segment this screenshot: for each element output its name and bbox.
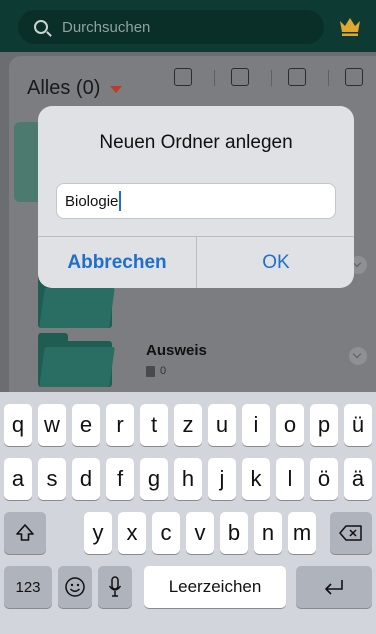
key-w[interactable]: w <box>38 404 66 446</box>
key-c[interactable]: c <box>152 512 180 554</box>
key-oe[interactable]: ö <box>310 458 338 500</box>
folder-name-value: Biologie <box>65 192 119 210</box>
key-g[interactable]: g <box>140 458 168 500</box>
chevron-down-icon[interactable] <box>349 347 367 365</box>
key-y[interactable]: y <box>84 512 112 554</box>
key-u[interactable]: u <box>208 404 236 446</box>
divider <box>328 70 329 86</box>
folder-count-value: 0 <box>160 365 167 377</box>
folder-name-input[interactable]: Biologie <box>56 183 336 219</box>
folder-item-count: 0 <box>146 365 166 377</box>
search-bar[interactable]: Durchsuchen <box>18 10 324 44</box>
folder-icon[interactable] <box>38 333 115 387</box>
sort-icon[interactable] <box>231 68 249 86</box>
microphone-icon <box>108 576 122 597</box>
key-b[interactable]: b <box>220 512 248 554</box>
document-icon <box>146 365 155 377</box>
shift-key[interactable] <box>4 512 46 554</box>
select-checkbox-icon[interactable] <box>345 68 363 86</box>
key-d[interactable]: d <box>72 458 100 500</box>
add-folder-icon[interactable] <box>174 68 192 86</box>
crown-icon[interactable] <box>338 15 362 37</box>
backspace-key[interactable] <box>330 512 372 554</box>
search-icon <box>34 20 48 34</box>
key-z[interactable]: z <box>174 404 202 446</box>
top-bar: Durchsuchen <box>0 0 376 52</box>
divider <box>214 70 215 86</box>
key-x[interactable]: x <box>118 512 146 554</box>
key-i[interactable]: i <box>242 404 270 446</box>
key-m[interactable]: m <box>288 512 316 554</box>
keyboard: q w e r t z u i o p ü a s d f g h j k l … <box>0 392 376 634</box>
cancel-button[interactable]: Abbrechen <box>38 237 196 288</box>
new-folder-dialog: Neuen Ordner anlegen Biologie Abbrechen … <box>38 106 354 288</box>
filter-dropdown[interactable]: Alles (0) <box>27 77 100 100</box>
grid-view-icon[interactable] <box>288 68 306 86</box>
key-f[interactable]: f <box>106 458 134 500</box>
key-k[interactable]: k <box>242 458 270 500</box>
search-placeholder: Durchsuchen <box>62 18 151 36</box>
key-e[interactable]: e <box>72 404 100 446</box>
filter-toolbar: Alles (0) <box>9 66 376 110</box>
key-l[interactable]: l <box>276 458 304 500</box>
numbers-key[interactable]: 123 <box>4 566 52 608</box>
key-p[interactable]: p <box>310 404 338 446</box>
key-h[interactable]: h <box>174 458 202 500</box>
backspace-icon <box>339 525 362 541</box>
chevron-down-icon[interactable] <box>110 85 123 93</box>
divider <box>271 70 272 86</box>
emoji-key[interactable] <box>58 566 92 608</box>
return-icon <box>325 580 343 595</box>
ok-button[interactable]: OK <box>197 237 354 288</box>
key-t[interactable]: t <box>140 404 168 446</box>
emoji-icon <box>65 577 85 597</box>
folder-title[interactable]: Ausweis <box>146 342 207 359</box>
key-a[interactable]: a <box>4 458 32 500</box>
key-ue[interactable]: ü <box>344 404 372 446</box>
return-key[interactable] <box>296 566 372 608</box>
key-j[interactable]: j <box>208 458 236 500</box>
key-ae[interactable]: ä <box>344 458 372 500</box>
key-n[interactable]: n <box>254 512 282 554</box>
dictation-key[interactable] <box>98 566 132 608</box>
space-key[interactable]: Leerzeichen <box>144 566 286 608</box>
text-cursor <box>119 191 122 211</box>
key-r[interactable]: r <box>106 404 134 446</box>
shift-icon <box>16 524 34 541</box>
key-s[interactable]: s <box>38 458 66 500</box>
key-o[interactable]: o <box>276 404 304 446</box>
key-v[interactable]: v <box>186 512 214 554</box>
dialog-title: Neuen Ordner anlegen <box>99 132 293 153</box>
key-q[interactable]: q <box>4 404 32 446</box>
